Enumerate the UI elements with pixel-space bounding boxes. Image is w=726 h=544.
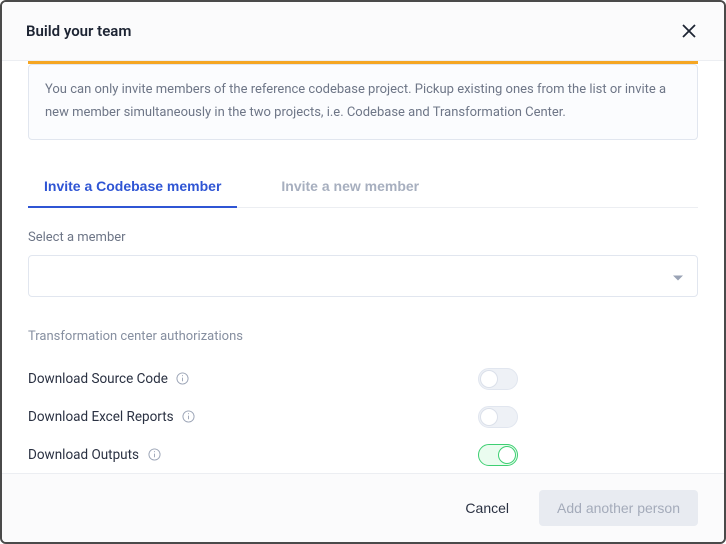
cancel-button[interactable]: Cancel [447,490,527,526]
auth-label: Download Source Code [28,371,168,387]
toggle-download-outputs[interactable] [478,444,518,466]
add-another-person-button[interactable]: Add another person [539,490,698,526]
tabs: Invite a Codebase member Invite a new me… [28,168,698,208]
info-icon[interactable] [182,410,196,424]
chevron-down-icon [673,266,683,285]
auth-section-label: Transformation center authorizations [28,329,698,344]
info-box: You can only invite members of the refer… [28,64,698,140]
auth-row-download-excel-reports: Download Excel Reports [28,398,518,436]
tab-invite-new-member[interactable]: Invite a new member [265,168,435,208]
auth-row-download-outputs: Download Outputs [28,436,518,474]
toggle-download-source-code[interactable] [478,368,518,390]
modal-footer: Cancel Add another person [2,473,724,542]
toggle-download-excel-reports[interactable] [478,406,518,428]
info-icon[interactable] [147,448,161,462]
auth-label: Download Outputs [28,447,139,463]
select-member-dropdown[interactable] [28,255,698,297]
tab-invite-codebase-member[interactable]: Invite a Codebase member [28,168,237,208]
info-text: You can only invite members of the refer… [45,79,681,125]
info-icon[interactable] [176,372,190,386]
auth-row-download-source-code: Download Source Code [28,360,518,398]
modal-body: You can only invite members of the refer… [2,61,724,473]
close-button[interactable] [678,20,700,42]
close-icon [682,26,696,41]
modal-header: Build your team [2,2,724,61]
auth-label: Download Excel Reports [28,409,174,425]
modal-title: Build your team [26,22,131,40]
build-team-modal: Build your team You can only invite memb… [0,0,726,544]
select-member-label: Select a member [28,230,698,245]
